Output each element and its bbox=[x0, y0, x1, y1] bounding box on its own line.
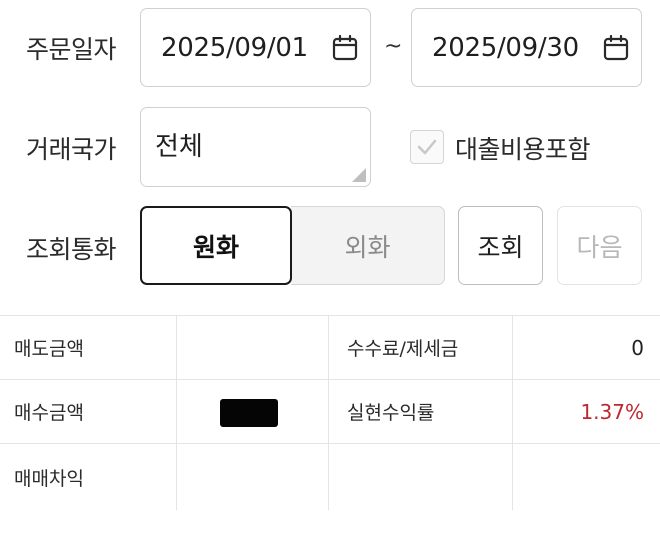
search-button[interactable]: 조회 bbox=[458, 206, 543, 285]
include-loan-cost-label[interactable]: 대출비용포함 bbox=[455, 130, 591, 166]
fee-tax-value: 0 bbox=[631, 335, 644, 360]
date-range-separator: ~ bbox=[384, 34, 403, 59]
calendar-icon[interactable] bbox=[330, 33, 360, 63]
end-date-input[interactable]: 2025/09/30 bbox=[411, 8, 642, 87]
buy-amount-value bbox=[177, 380, 329, 443]
table-row: 매매차익 bbox=[0, 444, 660, 510]
country-select-value: 전체 bbox=[155, 132, 203, 162]
check-icon bbox=[417, 139, 437, 155]
order-date-label: 주문일자 bbox=[26, 35, 117, 64]
empty-cell bbox=[329, 444, 513, 510]
table-row: 매도금액 수수료/제세금 0 bbox=[0, 316, 660, 380]
buy-amount-label: 매수금액 bbox=[0, 380, 177, 443]
next-button[interactable]: 다음 bbox=[557, 206, 642, 285]
trading-profit-label: 매매차익 bbox=[0, 444, 177, 510]
currency-krw-button[interactable]: 원화 bbox=[140, 206, 292, 285]
sell-amount-value bbox=[177, 316, 329, 379]
start-date-value: 2025/09/01 bbox=[161, 32, 308, 63]
trading-profit-value bbox=[177, 444, 329, 510]
sell-amount-label: 매도금액 bbox=[0, 316, 177, 379]
trade-summary-table: 매도금액 수수료/제세금 0 매수금액 실현수익률 1.37% 매매차익 bbox=[0, 315, 660, 510]
end-date-value: 2025/09/30 bbox=[432, 32, 579, 63]
realized-return-label: 실현수익률 bbox=[329, 380, 513, 443]
country-select[interactable]: 전체 bbox=[140, 107, 371, 187]
start-date-input[interactable]: 2025/09/01 bbox=[140, 8, 371, 87]
redaction-block bbox=[220, 398, 278, 427]
include-loan-cost-checkbox[interactable] bbox=[410, 130, 444, 164]
calendar-icon[interactable] bbox=[601, 33, 631, 63]
empty-cell bbox=[513, 444, 660, 510]
table-row: 매수금액 실현수익률 1.37% bbox=[0, 380, 660, 444]
country-label: 거래국가 bbox=[26, 135, 117, 164]
redacted-value bbox=[196, 398, 316, 427]
fee-tax-label: 수수료/제세금 bbox=[329, 316, 513, 379]
realized-return-value: 1.37% bbox=[580, 399, 644, 424]
currency-label: 조회통화 bbox=[26, 235, 117, 264]
resize-handle-icon bbox=[352, 168, 366, 182]
currency-foreign-button[interactable]: 외화 bbox=[291, 206, 445, 285]
